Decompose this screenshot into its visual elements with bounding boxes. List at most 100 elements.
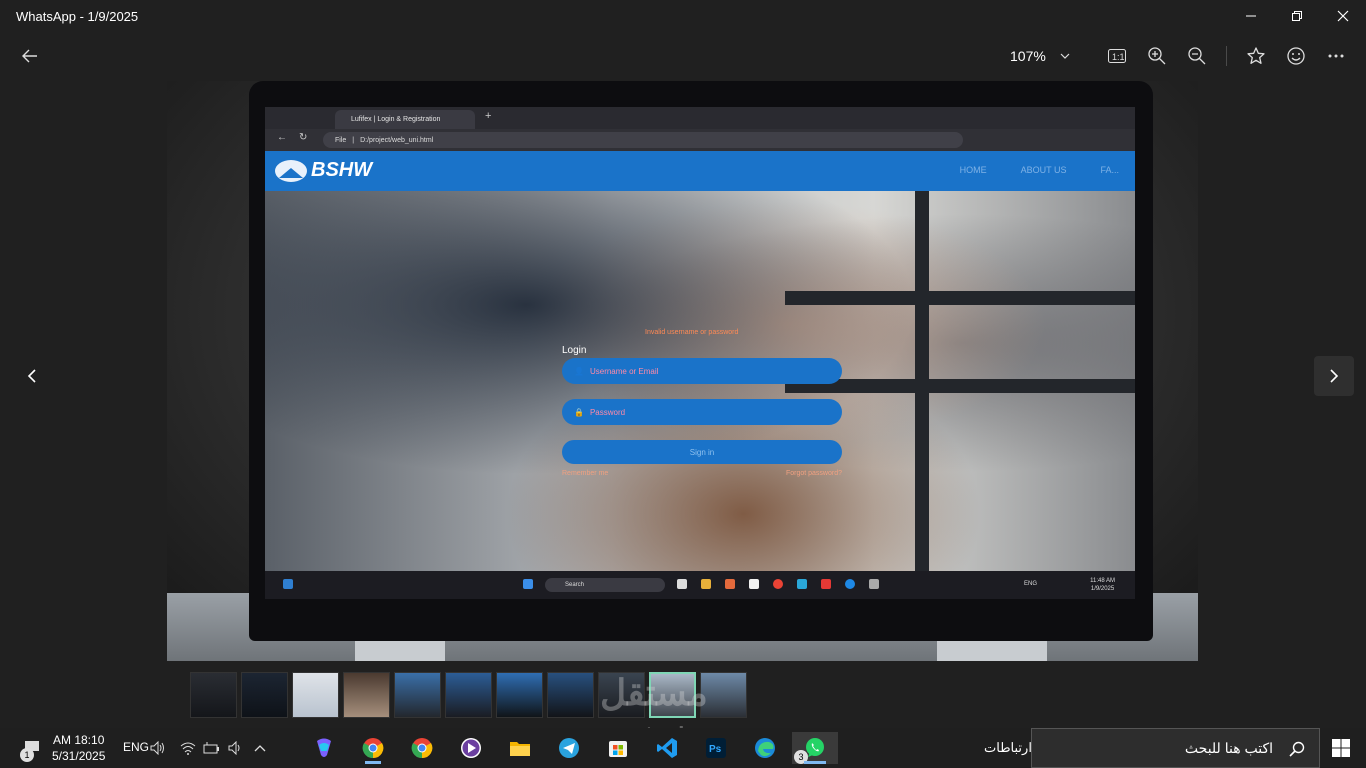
laptop-screen: Lufifex | Login & Registration + ← ↻ Fil…	[265, 107, 1135, 599]
photo-password-field: 🔒 Password	[562, 399, 842, 425]
edge-app[interactable]	[749, 732, 781, 764]
react-button[interactable]	[1280, 40, 1312, 72]
thumbnail[interactable]	[343, 672, 390, 718]
photo-forgot-password: Forgot password?	[785, 470, 842, 477]
chrome-app[interactable]	[357, 732, 389, 764]
chrome-profile-app[interactable]	[406, 732, 438, 764]
whatsapp-app[interactable]: 3	[792, 732, 838, 764]
photo-chrome-icon	[773, 579, 783, 589]
photo-login-form: Login 👤 Username or Email 🔒 Password Sig…	[562, 345, 842, 477]
chrome-icon	[362, 738, 384, 759]
close-button[interactable]	[1320, 0, 1366, 32]
taskbar-time: AM 18:10	[53, 733, 105, 747]
photo-taskview-icon	[677, 579, 687, 589]
more-options-button[interactable]	[1320, 40, 1352, 72]
photoshop-app[interactable]: Ps	[700, 732, 732, 764]
chevron-left-icon	[27, 369, 36, 383]
telegram-icon	[559, 738, 579, 758]
favorite-button[interactable]	[1240, 40, 1272, 72]
sound-button[interactable]	[224, 732, 248, 764]
photo-inner-taskbar: Search ENG 11:48 AM 1/9/2025	[265, 571, 1135, 599]
actual-size-icon: 1:1	[1108, 49, 1126, 63]
photo-error-message: Invalid username or password	[645, 329, 739, 336]
thumbnail[interactable]	[547, 672, 594, 718]
photo-copilot-icon	[725, 579, 735, 589]
volume-icon	[228, 741, 240, 755]
close-icon	[1337, 10, 1349, 22]
thumbnail[interactable]	[445, 672, 492, 718]
play-icon	[461, 738, 481, 758]
zoom-in-icon	[1148, 47, 1166, 65]
telegram-app[interactable]	[553, 732, 585, 764]
taskbar-date: 5/31/2025	[52, 749, 106, 763]
photo-browser-tabs: Lufifex | Login & Registration +	[265, 107, 1135, 129]
taskbar: 1 AM 18:10 5/31/2025 ENG Ps 3 ارتباطات ا…	[0, 728, 1366, 768]
file-explorer-app[interactable]	[504, 732, 536, 764]
vscode-app[interactable]	[651, 732, 683, 764]
lock-icon: 🔒	[574, 407, 584, 417]
thumbnail[interactable]	[190, 672, 237, 718]
language-indicator[interactable]: ENG	[123, 740, 149, 754]
title-bar: WhatsApp - 1/9/2025	[0, 0, 1366, 32]
copilot-app[interactable]	[308, 732, 340, 764]
minimize-icon	[1246, 15, 1256, 17]
copilot-icon	[317, 738, 331, 757]
restore-icon	[1292, 11, 1302, 21]
thumbnail[interactable]	[394, 672, 441, 718]
toolbar-divider	[1226, 46, 1227, 66]
active-indicator	[365, 761, 381, 764]
taskbar-clock[interactable]: AM 18:10 5/31/2025	[52, 732, 105, 764]
chrome-icon	[411, 738, 433, 759]
photo-username-field: 👤 Username or Email	[562, 358, 842, 384]
links-label[interactable]: ارتباطات	[984, 740, 1032, 756]
start-button[interactable]	[1325, 732, 1357, 764]
next-image-button[interactable]	[1314, 356, 1354, 396]
photo-folder-icon	[701, 579, 711, 589]
user-icon: 👤	[574, 366, 584, 376]
photo-nav-links: HOME ABOUT US FA...	[960, 165, 1119, 175]
previous-image-button[interactable]	[12, 356, 52, 396]
thumbnail[interactable]	[496, 672, 543, 718]
media-player-app[interactable]	[455, 732, 487, 764]
photo-password-placeholder: Password	[589, 407, 626, 417]
volume-button[interactable]	[148, 732, 168, 764]
notification-center-button[interactable]: 1	[16, 732, 48, 764]
zoom-in-button[interactable]	[1141, 40, 1173, 72]
photo-app-icon	[797, 579, 807, 589]
wifi-button[interactable]	[176, 732, 200, 764]
house-logo-icon	[275, 159, 307, 182]
chevron-down-icon	[1060, 53, 1070, 59]
photo-url-field: File | D:/project/web_uni.html	[323, 132, 963, 148]
back-button[interactable]	[14, 40, 46, 72]
photo-signin-button: Sign in	[562, 440, 842, 464]
zoom-control[interactable]: 107%	[1010, 40, 1070, 72]
restore-button[interactable]	[1274, 0, 1320, 32]
displayed-photo: Lufifex | Login & Registration + ← ↻ Fil…	[167, 81, 1198, 661]
arrow-left-icon	[22, 49, 37, 63]
show-hidden-icons-button[interactable]	[248, 732, 272, 764]
photo-site-header: BSHW HOME ABOUT US FA...	[265, 151, 1135, 191]
photo-url-prefix: File	[335, 136, 347, 144]
speaker-icon	[150, 741, 164, 755]
folder-icon	[510, 742, 530, 756]
thumbnail[interactable]	[241, 672, 288, 718]
notification-badge: 1	[20, 748, 34, 762]
watermark-arabic: مستقل	[600, 672, 708, 713]
photo-nav-about: ABOUT US	[1020, 165, 1067, 175]
photo-nav-home: HOME	[959, 165, 987, 175]
photo-edge-icon	[845, 579, 855, 589]
photo-site-logo: BSHW	[275, 159, 372, 182]
taskbar-search[interactable]: اكتب هنا للبحث	[1031, 728, 1320, 768]
photo-terminal-icon	[869, 579, 879, 589]
thumbnail[interactable]	[292, 672, 339, 718]
zoom-out-button[interactable]	[1181, 40, 1213, 72]
photo-username-placeholder: Username or Email	[589, 366, 659, 376]
store-app[interactable]	[602, 732, 634, 764]
photo-back-icon: ←	[277, 132, 287, 143]
photo-address-bar: ← ↻ File | D:/project/web_uni.html	[265, 129, 1135, 151]
photo-url-text: D:/project/web_uni.html	[360, 136, 434, 144]
actual-size-button[interactable]: 1:1	[1101, 40, 1133, 72]
photo-inner-lang: ENG	[1023, 581, 1037, 587]
battery-button[interactable]	[200, 732, 224, 764]
minimize-button[interactable]	[1228, 0, 1274, 32]
